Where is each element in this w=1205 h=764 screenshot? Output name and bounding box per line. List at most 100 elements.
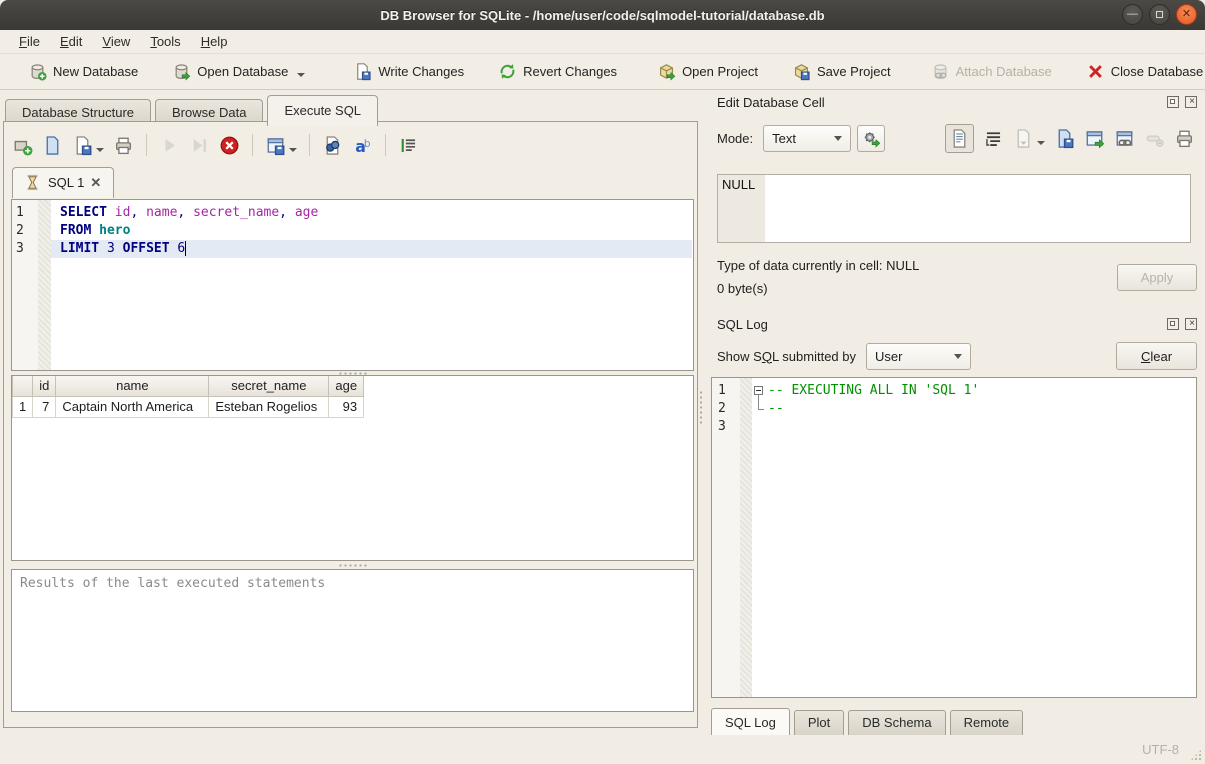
- execution-message-area[interactable]: Results of the last executed statements: [11, 569, 694, 712]
- edit-cell-panel-header: Edit Database Cell ×: [705, 92, 1205, 112]
- execute-current-line-button: [189, 135, 210, 156]
- log-filter-select[interactable]: User: [866, 343, 971, 370]
- open-database-button[interactable]: Open Database: [162, 57, 315, 86]
- export-data-button[interactable]: [1084, 128, 1105, 149]
- write-changes-button[interactable]: Write Changes: [343, 57, 474, 86]
- find-text-icon: [322, 135, 343, 156]
- print-cell-button[interactable]: [1174, 128, 1195, 149]
- new-database-button[interactable]: New Database: [18, 57, 148, 86]
- save-sql-file-button[interactable]: [72, 135, 104, 156]
- sql-code-line: FROM hero: [51, 222, 692, 240]
- open-in-external-app-button[interactable]: [857, 125, 885, 152]
- close-panel-icon[interactable]: ×: [1185, 96, 1197, 108]
- log-filter-value: User: [875, 349, 902, 364]
- format-sql-button[interactable]: [398, 135, 419, 156]
- menu-edit[interactable]: Edit: [51, 32, 91, 51]
- dock-tab-plot[interactable]: Plot: [794, 710, 844, 736]
- sql-file-tab[interactable]: SQL 1 ✕: [12, 167, 114, 198]
- copy-link-button[interactable]: [1114, 128, 1135, 149]
- execute-all-icon: [159, 135, 180, 156]
- close-button[interactable]: ✕: [1176, 4, 1197, 25]
- line-number: 1: [718, 382, 736, 400]
- stop-execution-icon: [219, 135, 240, 156]
- new-sql-tab-button[interactable]: [12, 135, 33, 156]
- mode-select-value: Text: [772, 131, 796, 146]
- save-results-icon: [265, 135, 286, 156]
- dock-tab-db-schema[interactable]: DB Schema: [848, 710, 945, 736]
- revert-changes-button[interactable]: Revert Changes: [488, 57, 627, 86]
- sql-log-panel-header: SQL Log ×: [705, 314, 1205, 334]
- resize-grip[interactable]: [1190, 749, 1202, 761]
- dock-tab-remote[interactable]: Remote: [950, 710, 1024, 736]
- attach-database-button[interactable]: Attach Database: [921, 57, 1062, 86]
- open-database-label: Open Database: [197, 64, 288, 79]
- execute-all-button: [159, 135, 180, 156]
- copy-link-icon: [1114, 128, 1135, 149]
- auto-complete-button[interactable]: ab: [352, 135, 373, 156]
- menu-tools[interactable]: Tools: [141, 32, 189, 51]
- write-changes-label: Write Changes: [378, 64, 464, 79]
- save-as-button[interactable]: [1054, 128, 1075, 149]
- text-mode-button[interactable]: [945, 124, 974, 153]
- table-cell[interactable]: 7: [33, 396, 56, 417]
- column-header-name[interactable]: name: [56, 376, 209, 396]
- clear-log-button[interactable]: Clear: [1116, 342, 1197, 370]
- chevron-down-icon: [834, 136, 842, 141]
- toolbar-separator: [252, 134, 253, 156]
- log-fold-margin: [740, 378, 752, 697]
- column-header-age[interactable]: age: [329, 376, 364, 396]
- save-project-button[interactable]: Save Project: [782, 57, 901, 86]
- dropdown-arrow-icon[interactable]: [96, 148, 104, 152]
- execute-current-line-icon: [189, 135, 210, 156]
- encoding-indicator[interactable]: UTF-8: [1142, 742, 1179, 757]
- menu-help[interactable]: Help: [192, 32, 237, 51]
- close-database-button[interactable]: Close Database: [1076, 57, 1205, 86]
- mode-select[interactable]: Text: [763, 125, 851, 152]
- results-message-splitter[interactable]: [11, 563, 694, 567]
- close-sql-tab-icon[interactable]: ✕: [90, 175, 101, 191]
- column-header-id[interactable]: id: [33, 376, 56, 396]
- import-data-icon: [1013, 128, 1034, 149]
- table-row[interactable]: 17Captain North AmericaEsteban Rogelios9…: [13, 396, 364, 417]
- word-wrap-icon: [983, 128, 1004, 149]
- close-panel-icon[interactable]: ×: [1185, 318, 1197, 330]
- apply-button[interactable]: Apply: [1117, 264, 1197, 291]
- open-project-button[interactable]: Open Project: [647, 57, 768, 86]
- table-cell[interactable]: Captain North America: [56, 396, 209, 417]
- column-header-secret-name[interactable]: secret_name: [209, 376, 329, 396]
- dropdown-arrow-icon[interactable]: [289, 148, 297, 152]
- text-mode-icon: [949, 128, 970, 149]
- menu-file[interactable]: File: [10, 32, 49, 51]
- open-project-label: Open Project: [682, 64, 758, 79]
- main-toolbar: New Database Open Database Write Changes Re…: [0, 54, 1205, 90]
- tab-execute-sql[interactable]: Execute SQL: [267, 95, 378, 126]
- minimize-button[interactable]: ―: [1122, 4, 1143, 25]
- table-cell[interactable]: Esteban Rogelios: [209, 396, 329, 417]
- cell-value-editor[interactable]: NULL: [717, 174, 1191, 243]
- find-text-button[interactable]: [322, 135, 343, 156]
- float-panel-icon[interactable]: [1167, 96, 1179, 108]
- sql-log-view[interactable]: 1-- EXECUTING ALL IN 'SQL 1'2--3: [711, 377, 1197, 698]
- dropdown-arrow-icon[interactable]: [297, 73, 305, 77]
- fold-collapse-icon[interactable]: [754, 386, 763, 395]
- save-results-button[interactable]: [265, 135, 297, 156]
- table-cell[interactable]: 93: [329, 396, 364, 417]
- menu-view[interactable]: View: [93, 32, 139, 51]
- window-controls: ― ✕: [1122, 4, 1197, 25]
- word-wrap-button[interactable]: [983, 128, 1004, 149]
- row-number-cell: 1: [13, 396, 33, 417]
- sql-editor[interactable]: 1SELECT id, name, secret_name, age2FROM …: [11, 199, 694, 371]
- float-panel-icon[interactable]: [1167, 318, 1179, 330]
- stop-execution-button[interactable]: [219, 135, 240, 156]
- maximize-button[interactable]: [1149, 4, 1170, 25]
- vertical-splitter[interactable]: [699, 390, 703, 424]
- row-number-header[interactable]: [13, 376, 33, 396]
- open-sql-file-button[interactable]: [42, 135, 63, 156]
- print-sql-button[interactable]: [113, 135, 134, 156]
- line-number: 3: [718, 418, 736, 436]
- dock-tab-sql-log[interactable]: SQL Log: [711, 708, 790, 736]
- new-database-icon: [28, 62, 47, 81]
- revert-changes-icon: [498, 62, 517, 81]
- open-sql-file-icon: [42, 135, 63, 156]
- cell-type-info: Type of data currently in cell: NULL: [717, 258, 919, 273]
